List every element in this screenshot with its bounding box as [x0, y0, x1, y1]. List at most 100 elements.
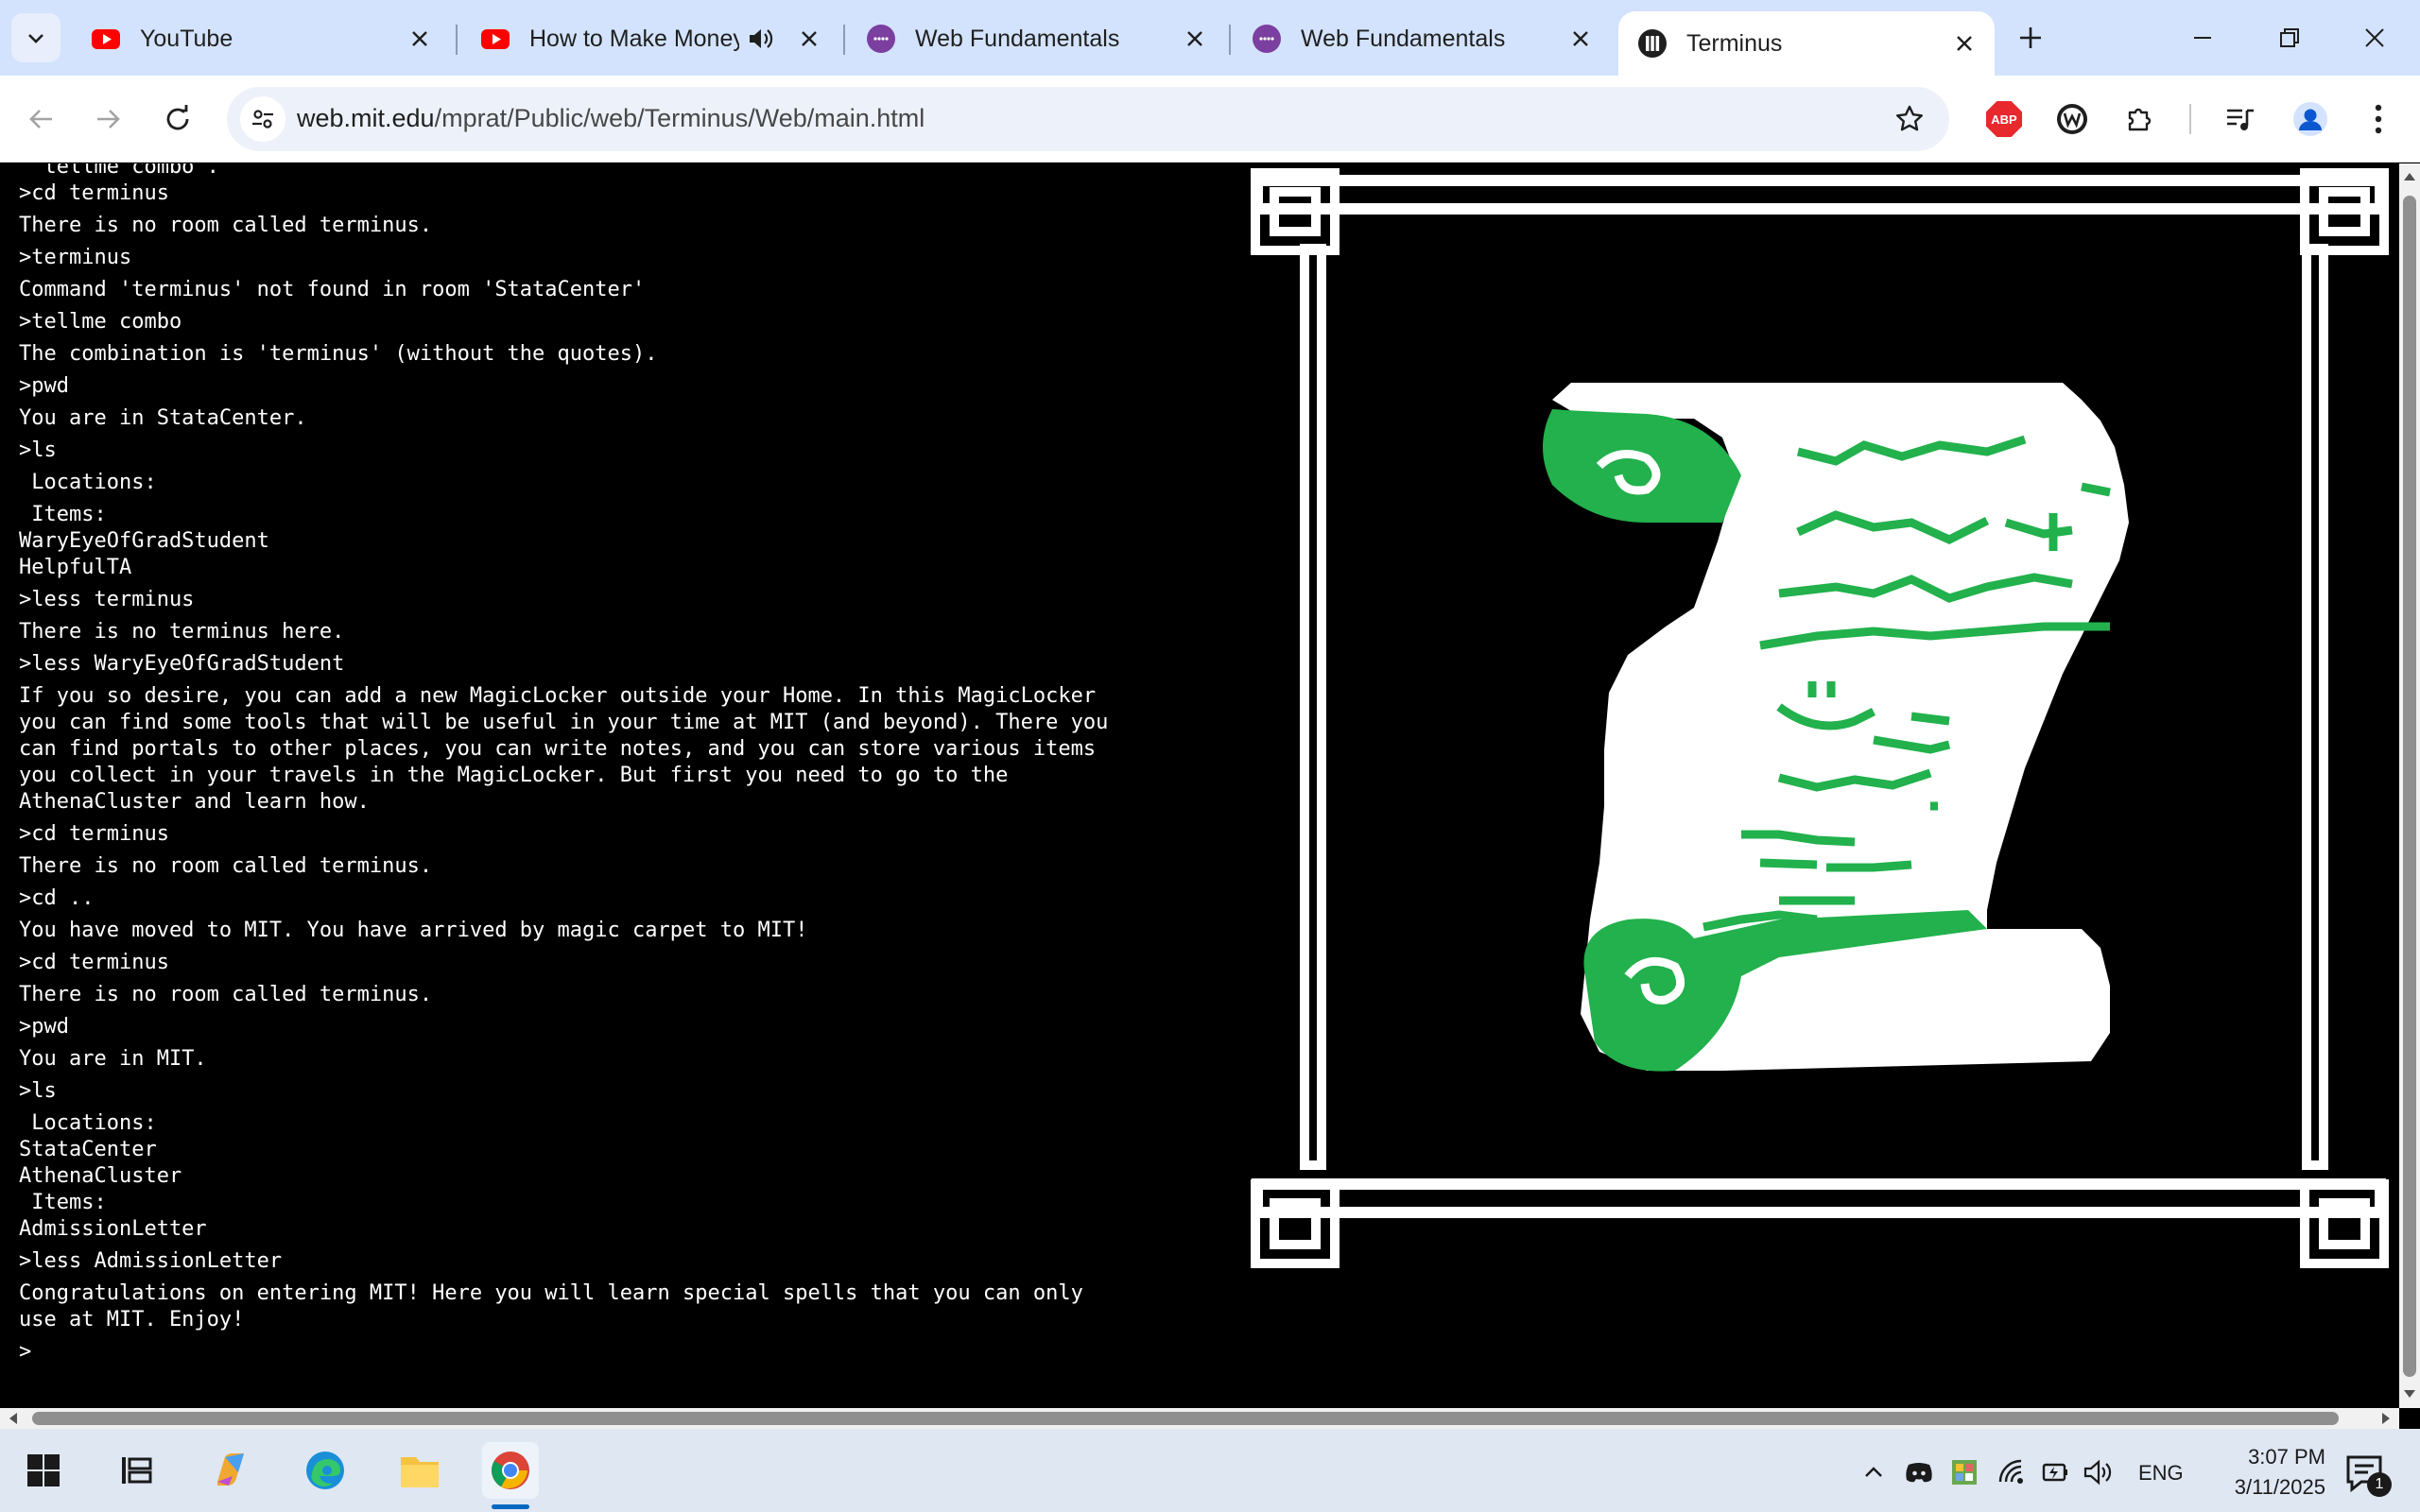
url-text[interactable]: web.mit.edu/mprat/Public/web/Terminus/We…	[297, 104, 925, 133]
tab-title: Web Fundamentals - Axs	[915, 25, 1123, 52]
axs-icon	[867, 25, 895, 53]
more-vertical-icon	[2375, 104, 2382, 134]
terminal-line: >pwd	[19, 1015, 69, 1039]
tab-strip: YouTube How to Make Money Web Fundamenta…	[0, 0, 2420, 76]
chevron-down-icon	[28, 34, 43, 43]
tab-terminus[interactable]: Terminus	[1618, 11, 1995, 76]
tab-youtube[interactable]: YouTube	[72, 9, 450, 68]
close-icon[interactable]	[1567, 26, 1594, 52]
terminal-line: Command 'terminus' not found in room 'St…	[19, 278, 646, 301]
terminal-line: >cd terminus	[19, 951, 169, 974]
back-arrow-icon	[29, 110, 52, 129]
copilot-icon	[217, 1453, 244, 1486]
horizontal-scrollbar[interactable]	[0, 1408, 2399, 1429]
queue-music-icon	[2227, 109, 2254, 130]
app-tray-icon	[1952, 1460, 1977, 1485]
scroll-up-icon[interactable]	[2403, 171, 2416, 182]
close-window-button[interactable]	[2346, 13, 2403, 62]
plus-icon	[2020, 27, 2041, 48]
battery-icon	[2042, 1463, 2067, 1482]
star-icon	[1896, 105, 1923, 131]
url-host: web.mit.edu	[297, 104, 435, 132]
site-info-button[interactable]	[240, 96, 285, 142]
terminal-line: You are in StataCenter.	[19, 406, 307, 430]
restore-button[interactable]	[2261, 13, 2318, 62]
tab-web-fundamentals-2[interactable]: Web Fundamentals - Axs	[1233, 9, 1611, 68]
youtube-icon	[92, 29, 120, 49]
show-hidden-icons-button[interactable]	[1857, 1455, 1891, 1489]
terminal-line: HelpfulTA	[19, 556, 132, 579]
edge-icon	[306, 1452, 344, 1489]
close-icon[interactable]	[1182, 26, 1208, 52]
language-indicator[interactable]: ENG	[2138, 1461, 2184, 1486]
terminal-line: Items:	[19, 1191, 107, 1214]
edge-button[interactable]	[297, 1442, 354, 1499]
scroll-left-icon[interactable]	[8, 1412, 19, 1425]
new-tab-button[interactable]	[2012, 19, 2049, 57]
media-controls-button[interactable]	[2220, 98, 2261, 140]
terminal-output[interactable]: tellme combo . >cd terminus There is no ro…	[0, 163, 1229, 1408]
terminal-line: you can find some tools that will be use…	[19, 711, 1109, 734]
start-button[interactable]	[15, 1442, 72, 1499]
toolbar-separator	[2189, 104, 2191, 134]
active-app-indicator	[492, 1504, 529, 1509]
tab-web-fundamentals-1[interactable]: Web Fundamentals - Axs	[847, 9, 1225, 68]
back-button[interactable]	[21, 98, 62, 140]
bookmark-button[interactable]	[1893, 102, 1927, 136]
close-icon[interactable]	[406, 26, 433, 52]
vertical-scrollbar[interactable]	[2399, 163, 2420, 1408]
menu-button[interactable]	[2358, 98, 2399, 140]
close-icon[interactable]	[796, 26, 822, 52]
copilot-button[interactable]	[202, 1442, 259, 1499]
app-tray-button[interactable]	[1947, 1455, 1981, 1489]
extension-w-button[interactable]	[2051, 98, 2093, 140]
terminus-icon	[1638, 29, 1667, 58]
terminal-line: There is no room called terminus.	[19, 214, 433, 237]
discord-tray-button[interactable]	[1902, 1455, 1936, 1489]
chrome-icon	[492, 1452, 529, 1489]
reload-button[interactable]	[157, 98, 199, 140]
terminal-line: >ls	[19, 1079, 57, 1103]
terminal-line: >ls	[19, 438, 57, 462]
tab-how-to-make-money[interactable]: How to Make Money	[461, 9, 839, 68]
windows-taskbar: ENG 3:07 PM 3/11/2025 1	[0, 1429, 2420, 1512]
chrome-button[interactable]	[482, 1442, 539, 1499]
speaker-icon	[2083, 1459, 2112, 1486]
terminal-line: There is no terminus here.	[19, 620, 345, 644]
volume-button[interactable]	[2082, 1455, 2116, 1489]
terminal-prompt[interactable]: >	[19, 1339, 31, 1366]
terminal-line: you collect in your travels in the Magic…	[19, 764, 1009, 787]
chevron-up-icon	[1865, 1467, 1882, 1477]
scroll-artwork	[1251, 168, 2389, 1268]
minimize-icon	[2194, 37, 2211, 39]
speaker-icon[interactable]	[747, 26, 773, 52]
extensions-button[interactable]	[2119, 98, 2161, 140]
terminal-line: >terminus	[19, 246, 132, 269]
terminal-line: You are in MIT.	[19, 1047, 207, 1071]
clock[interactable]: 3:07 PM 3/11/2025	[2193, 1442, 2325, 1503]
battery-button[interactable]	[2038, 1455, 2072, 1489]
horizontal-scroll-thumb[interactable]	[32, 1412, 2339, 1425]
adblock-plus-button[interactable]: ABP	[1983, 98, 2025, 140]
terminal-line: tellme combo .	[19, 163, 219, 179]
vertical-scroll-thumb[interactable]	[2403, 196, 2416, 1377]
task-view-button[interactable]	[108, 1442, 164, 1499]
network-button[interactable]	[1995, 1455, 2029, 1489]
avatar-icon	[2293, 102, 2327, 136]
address-bar[interactable]: web.mit.edu/mprat/Public/web/Terminus/We…	[227, 87, 1949, 151]
minimize-button[interactable]	[2174, 13, 2231, 62]
tab-search-button[interactable]	[11, 13, 60, 62]
terminal-line: There is no room called terminus.	[19, 854, 433, 878]
scroll-right-icon[interactable]	[2380, 1412, 2392, 1425]
terminal-line: If you so desire, you can add a new Magi…	[19, 684, 1097, 708]
url-path: /mprat/Public/web/Terminus/Web/main.html	[434, 104, 925, 132]
page-content: tellme combo . >cd terminus There is no ro…	[0, 163, 2399, 1408]
file-explorer-button[interactable]	[391, 1442, 448, 1499]
tab-separator	[1229, 25, 1231, 55]
scroll-down-icon[interactable]	[2403, 1388, 2416, 1400]
terminal-line: >cd terminus	[19, 822, 169, 846]
close-icon[interactable]	[1951, 30, 1978, 57]
forward-button[interactable]	[87, 98, 129, 140]
profile-button[interactable]	[2290, 98, 2331, 140]
terminal-line: >less terminus	[19, 588, 195, 611]
